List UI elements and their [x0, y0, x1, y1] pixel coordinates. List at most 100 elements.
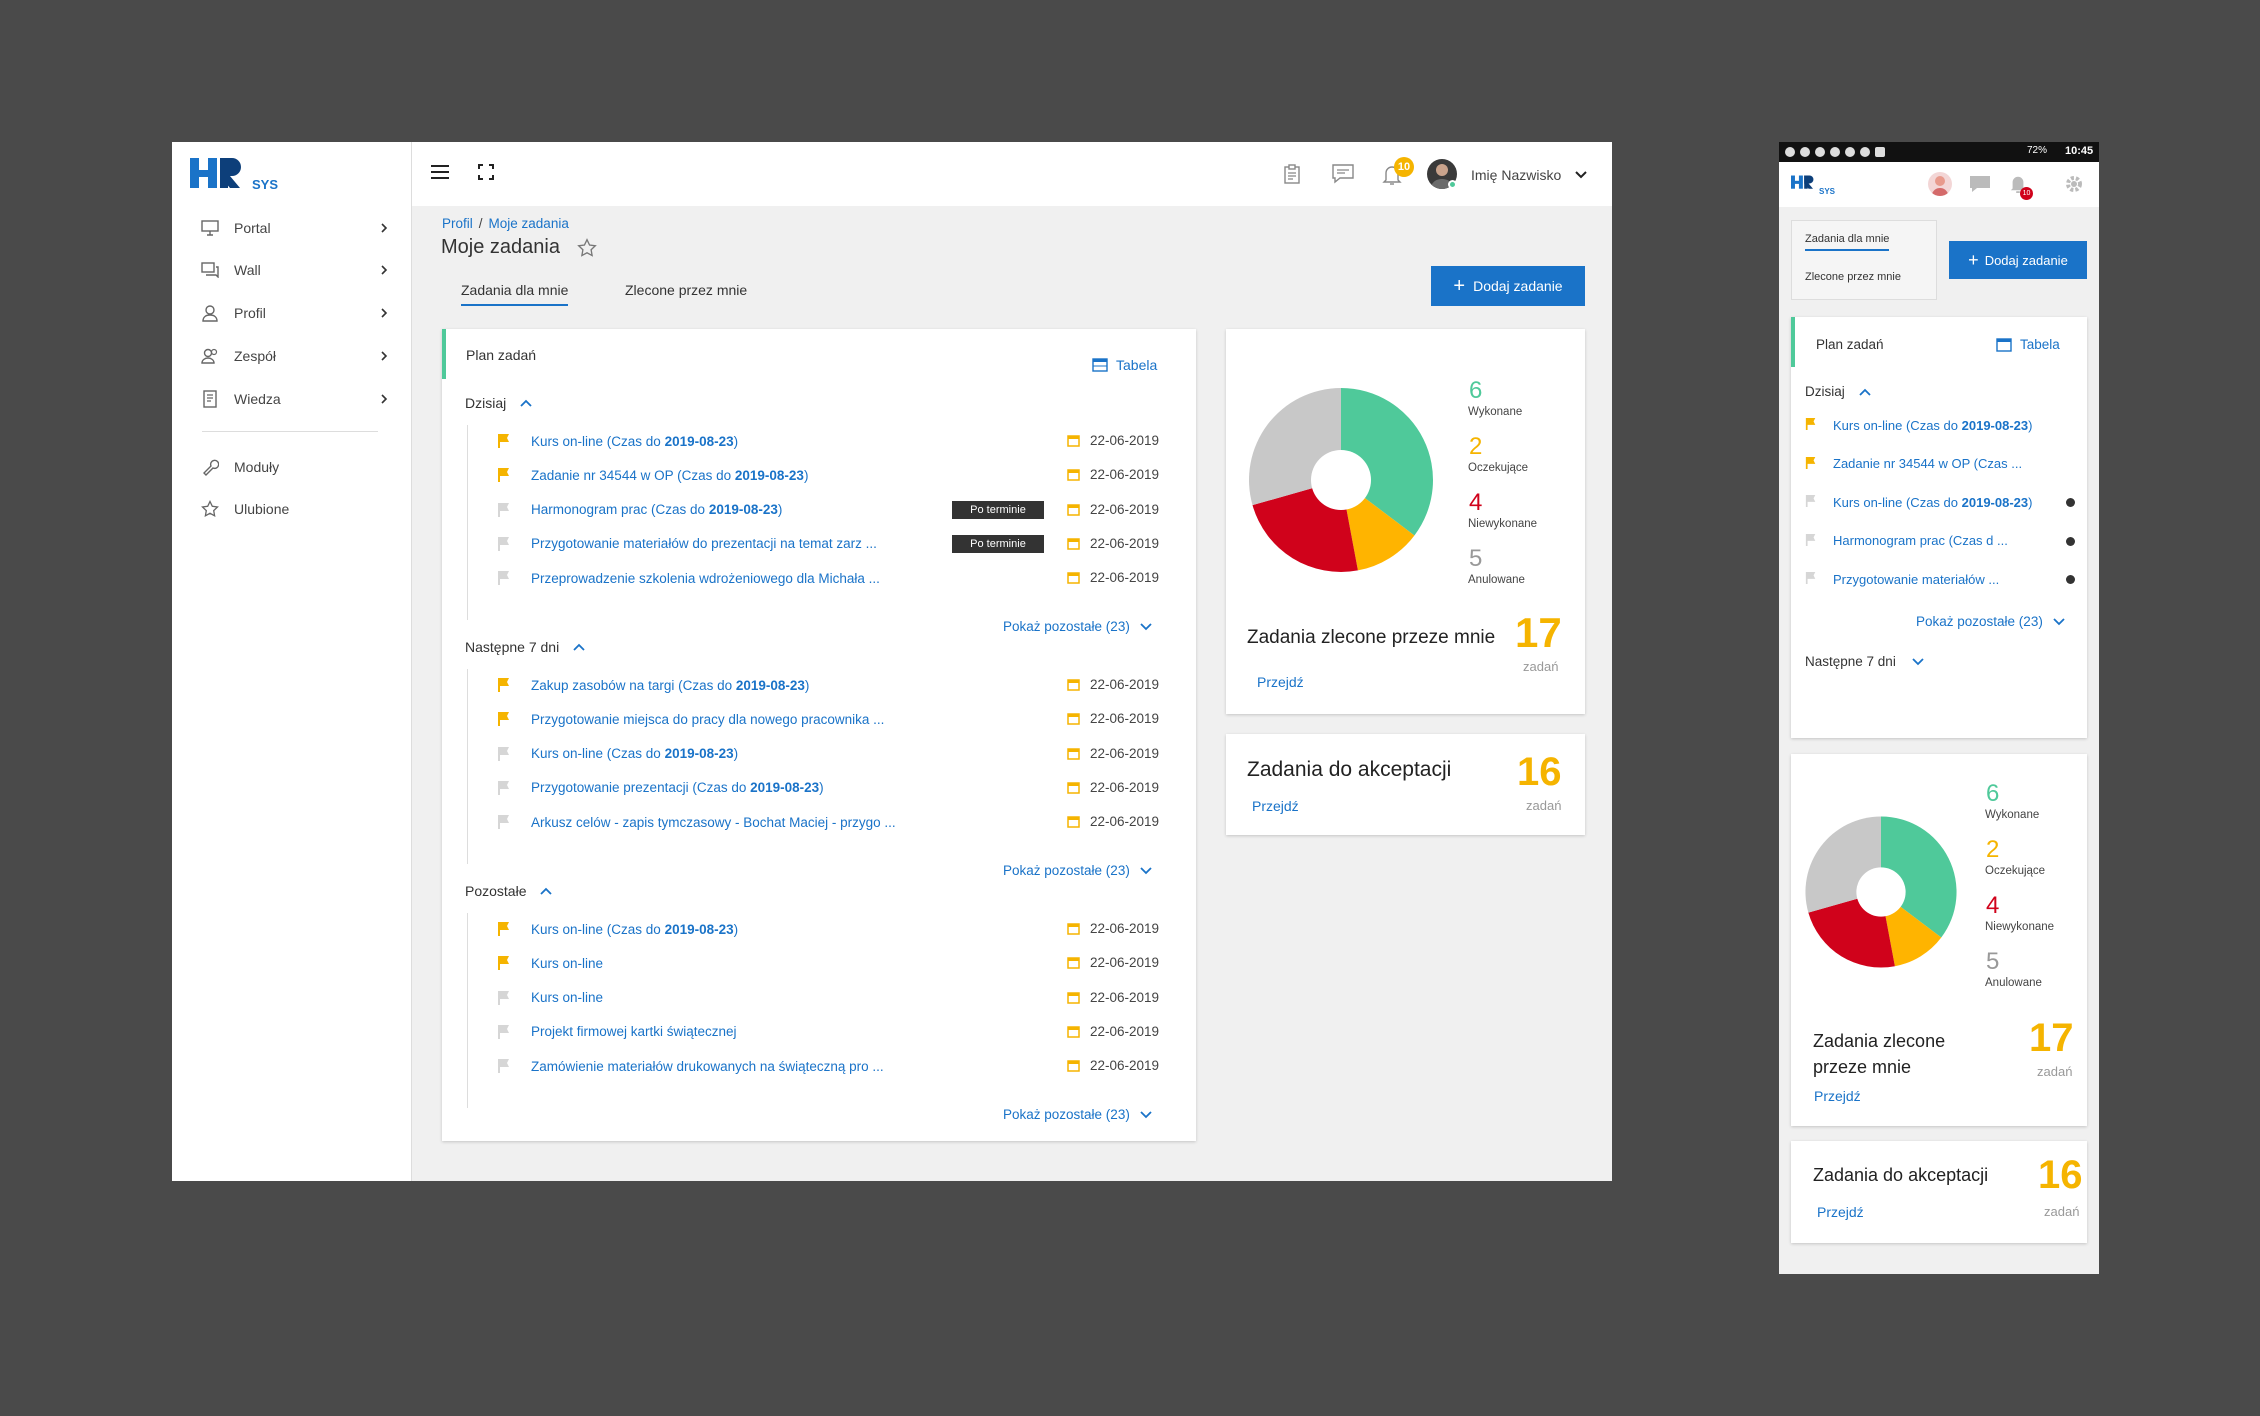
section-header[interactable]: Pozostałe: [465, 883, 553, 899]
sidebar-item-ulubione[interactable]: Ulubione: [200, 494, 390, 524]
task-link[interactable]: Kurs on-line (Czas do 2019-08-23): [531, 746, 738, 761]
sidebar-item-profil[interactable]: Profil: [200, 298, 390, 328]
section-header-nastepne[interactable]: Następne 7 dni: [1805, 654, 1924, 669]
tab-zlecone-przez-mnie[interactable]: Zlecone przez mnie: [1805, 271, 1901, 283]
task-row[interactable]: Kurs on-line (Czas do 2019-08-23): [1805, 414, 2032, 436]
section-header-dzisiaj[interactable]: Dzisiaj: [1805, 384, 1871, 399]
tab-zadania-dla-mnie[interactable]: Zadania dla mnie: [461, 282, 569, 306]
task-link[interactable]: Kurs on-line (Czas do 2019-08-23): [531, 434, 738, 449]
task-row[interactable]: Kurs on-line (Czas do 2019-08-23): [1805, 491, 2032, 513]
task-link[interactable]: Przygotowanie materiałów do prezentacji …: [531, 536, 877, 551]
task-row[interactable]: Zakup zasobów na targi (Czas do 2019-08-…: [497, 674, 809, 696]
show-more-link[interactable]: Pokaż pozostałe (23): [1003, 1107, 1152, 1122]
task-link[interactable]: Harmonogram prac (Czas d ...: [1833, 533, 2008, 548]
task-row[interactable]: Kurs on-line (Czas do 2019-08-23): [497, 430, 738, 452]
fullscreen-icon[interactable]: [478, 164, 494, 180]
table-view-link[interactable]: Tabela: [1092, 357, 1157, 373]
task-row[interactable]: Harmonogram prac (Czas d ...: [1805, 530, 2008, 552]
accept-title: Zadania do akceptacji: [1247, 758, 1452, 781]
tab-zadania-dla-mnie[interactable]: Zadania dla mnie: [1805, 233, 1890, 251]
tab-zlecone-przez-mnie[interactable]: Zlecone przez mnie: [625, 282, 747, 298]
task-row[interactable]: Kurs on-line: [497, 952, 603, 974]
stat-value: 4: [1469, 489, 1483, 516]
message-icon[interactable]: [1969, 175, 1991, 193]
flag-icon: [497, 467, 511, 483]
task-link[interactable]: Zakup zasobów na targi (Czas do 2019-08-…: [531, 678, 809, 693]
clipboard-icon[interactable]: [1283, 164, 1301, 184]
accept-goto-link[interactable]: Przejdź: [1817, 1204, 1864, 1220]
sidebar-item-moduly[interactable]: Moduły: [200, 452, 390, 482]
task-link[interactable]: Kurs on-line: [531, 990, 603, 1005]
stats-goto-link[interactable]: Przejdź: [1814, 1088, 1861, 1104]
add-task-button[interactable]: + Dodaj zadanie: [1431, 266, 1585, 306]
hamburger-menu-icon[interactable]: [430, 164, 450, 180]
task-link[interactable]: Kurs on-line (Czas do 2019-08-23): [1833, 418, 2032, 433]
task-date: 22-06-2019: [1067, 814, 1159, 829]
sidebar-item-label: Profil: [234, 305, 266, 321]
task-row[interactable]: Arkusz celów - zapis tymczasowy - Bochat…: [497, 811, 896, 833]
show-more-link[interactable]: Pokaż pozostałe (23): [1003, 863, 1152, 878]
task-row[interactable]: Przygotowanie materiałów ...: [1805, 568, 1999, 590]
sidebar-item-wiedza[interactable]: Wiedza: [200, 384, 390, 414]
task-row[interactable]: Kurs on-line (Czas do 2019-08-23): [497, 918, 738, 940]
task-row[interactable]: Przygotowanie prezentacji (Czas do 2019-…: [497, 777, 824, 799]
breadcrumb-profil[interactable]: Profil: [442, 216, 473, 231]
task-row[interactable]: Przygotowanie materiałów do prezentacji …: [497, 533, 877, 555]
notification-badge: 10: [2020, 187, 2033, 200]
accept-goto-link[interactable]: Przejdź: [1252, 798, 1299, 814]
sidebar-item-label: Portal: [234, 220, 271, 236]
task-link[interactable]: Projekt firmowej kartki świątecznej: [531, 1024, 737, 1039]
table-link-label: Tabela: [1116, 357, 1158, 373]
stats-goto-link[interactable]: Przejdź: [1257, 674, 1304, 690]
show-more-link[interactable]: Pokaż pozostałe (23): [1003, 619, 1152, 634]
task-row[interactable]: Przygotowanie miejsca do pracy dla noweg…: [497, 708, 884, 730]
task-row[interactable]: Zadanie nr 34544 w OP (Czas ...: [1805, 453, 2022, 475]
task-link[interactable]: Przygotowanie prezentacji (Czas do 2019-…: [531, 780, 824, 795]
task-row[interactable]: Zamówienie materiałów drukowanych na świ…: [497, 1055, 884, 1077]
status-time: 10:45: [2065, 145, 2094, 157]
task-link[interactable]: Arkusz celów - zapis tymczasowy - Bochat…: [531, 815, 896, 830]
add-task-button[interactable]: + Dodaj zadanie: [1949, 241, 2087, 279]
monitor-icon: [200, 219, 220, 237]
gear-icon[interactable]: [2064, 174, 2084, 194]
message-icon[interactable]: [1332, 164, 1354, 184]
sidebar-item-wall[interactable]: Wall: [200, 255, 390, 285]
task-row[interactable]: Kurs on-line: [497, 987, 603, 1009]
show-more-link[interactable]: Pokaż pozostałe (23): [1916, 614, 2065, 629]
avatar[interactable]: [1928, 172, 1952, 196]
breadcrumb-moje-zadania[interactable]: Moje zadania: [489, 216, 569, 231]
task-row[interactable]: Projekt firmowej kartki świątecznej: [497, 1021, 737, 1043]
plan-title: Plan zadań: [1816, 337, 1884, 352]
sidebar-item-zespol[interactable]: Zespół: [200, 341, 390, 371]
chevron-right-icon: [378, 307, 390, 319]
stat-value: 6: [1469, 377, 1483, 404]
task-link[interactable]: Przygotowanie miejsca do pracy dla noweg…: [531, 712, 884, 727]
task-link[interactable]: Kurs on-line (Czas do 2019-08-23): [531, 922, 738, 937]
table-view-link[interactable]: Tabela: [1996, 337, 2060, 352]
task-link[interactable]: Zadanie nr 34544 w OP (Czas ...: [1833, 456, 2022, 471]
stats-card: 6 Wykonane 2 Oczekujące 4 Niewykonane 5 Anulowa…: [1226, 329, 1585, 714]
chevron-down-icon[interactable]: [1575, 170, 1587, 180]
task-row[interactable]: Zadanie nr 34544 w OP (Czas do 2019-08-2…: [497, 464, 808, 486]
task-link[interactable]: Zadanie nr 34544 w OP (Czas do 2019-08-2…: [531, 468, 808, 483]
task-row[interactable]: Przeprowadzenie szkolenia wdrożeniowego …: [497, 567, 880, 589]
pie-center-hole: [1856, 867, 1906, 917]
sidebar-item-portal[interactable]: Portal: [200, 213, 390, 243]
sidebar-item-label: Wall: [234, 262, 261, 278]
task-date: 22-06-2019: [1067, 677, 1159, 692]
task-link[interactable]: Przeprowadzenie szkolenia wdrożeniowego …: [531, 571, 880, 586]
task-link[interactable]: Zamówienie materiałów drukowanych na świ…: [531, 1059, 884, 1074]
user-name[interactable]: Imię Nazwisko: [1471, 167, 1561, 183]
show-more-label: Pokaż pozostałe (23): [1003, 619, 1130, 634]
task-row[interactable]: Harmonogram prac (Czas do 2019-08-23): [497, 499, 782, 521]
section-header[interactable]: Następne 7 dni: [465, 639, 585, 655]
task-link[interactable]: Harmonogram prac (Czas do 2019-08-23): [531, 502, 782, 517]
accent-bar: [442, 329, 446, 379]
favorite-star-icon[interactable]: [577, 238, 597, 258]
task-link[interactable]: Przygotowanie materiałów ...: [1833, 572, 1999, 587]
task-link[interactable]: Kurs on-line (Czas do 2019-08-23): [1833, 495, 2032, 510]
flag-icon: [497, 921, 511, 937]
task-link[interactable]: Kurs on-line: [531, 956, 603, 971]
section-header[interactable]: Dzisiaj: [465, 395, 532, 411]
task-row[interactable]: Kurs on-line (Czas do 2019-08-23): [497, 743, 738, 765]
